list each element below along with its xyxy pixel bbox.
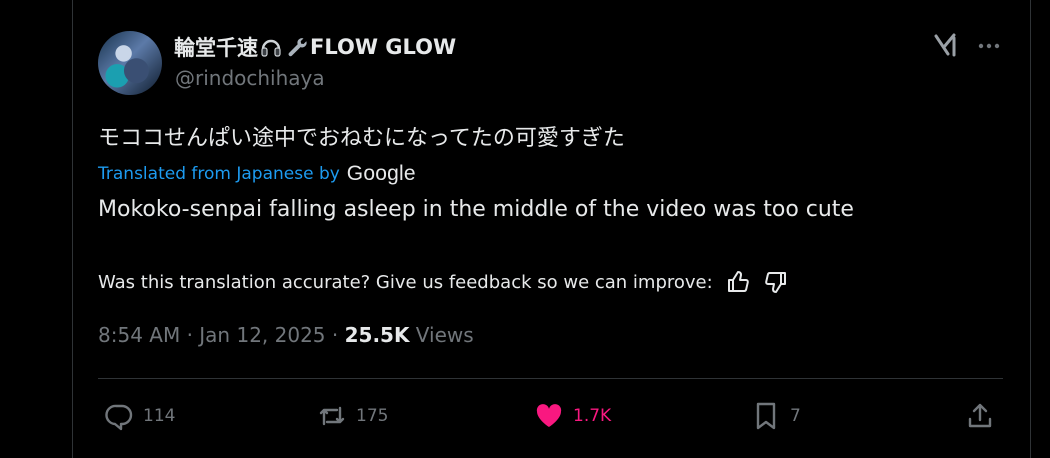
tweet-meta: 8:54 AM · Jan 12, 2025 · 25.5K Views	[98, 323, 474, 347]
more-icon[interactable]	[975, 34, 1003, 58]
display-name-suffix: FLOW GLOW	[310, 35, 457, 59]
google-logo: Google	[346, 162, 416, 185]
views-label: Views	[409, 323, 474, 347]
share-icon	[968, 403, 992, 428]
bookmark-count: 7	[790, 406, 801, 426]
thumbs-down-icon[interactable]	[763, 269, 789, 295]
display-name[interactable]: 輪堂千速 FLOW GLOW	[174, 32, 456, 62]
like-count: 1.7K	[573, 406, 612, 426]
grok-icon[interactable]	[930, 30, 960, 60]
translation-attribution: Translated from Japanese by Google	[98, 162, 416, 186]
feedback-prompt: Was this translation accurate? Give us f…	[98, 271, 713, 293]
reply-count: 114	[143, 406, 176, 426]
avatar[interactable]	[98, 31, 162, 95]
translated-label[interactable]: Translated from Japanese by	[98, 164, 340, 184]
like-icon	[536, 404, 562, 427]
repost-button[interactable]: 175	[316, 400, 388, 432]
thumbs-up-icon[interactable]	[725, 269, 751, 295]
translation-text: Mokoko-senpai falling asleep in the midd…	[98, 197, 854, 222]
divider	[98, 378, 1003, 379]
wrench-icon	[285, 35, 309, 59]
repost-count: 175	[356, 406, 389, 426]
timestamp[interactable]: 8:54 AM · Jan 12, 2025 ·	[98, 323, 345, 347]
user-handle[interactable]: @rindochihaya	[175, 66, 325, 90]
views-count: 25.5K	[344, 323, 410, 347]
bookmark-button[interactable]: 7	[750, 400, 801, 432]
tweet-text: モココせんぱい途中でおねむになってたの可愛すぎた	[98, 126, 625, 151]
like-button[interactable]: 1.7K	[533, 400, 611, 432]
repost-icon	[319, 406, 345, 426]
headphones-icon	[259, 35, 283, 59]
reply-icon	[105, 404, 133, 431]
bookmark-icon	[756, 402, 776, 430]
share-button[interactable]	[964, 400, 996, 432]
translation-feedback: Was this translation accurate? Give us f…	[98, 269, 789, 295]
reply-button[interactable]: 114	[103, 400, 175, 432]
display-name-text: 輪堂千速	[174, 36, 258, 60]
